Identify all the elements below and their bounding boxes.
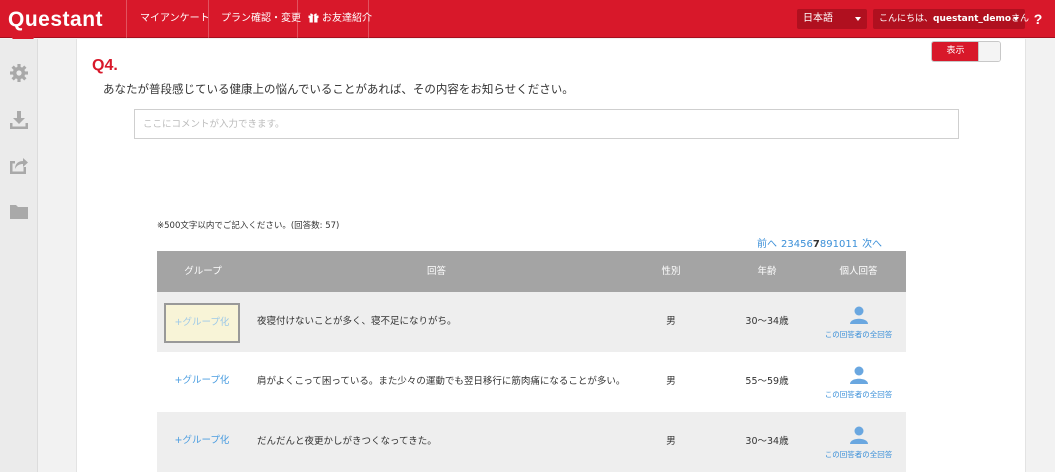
pagination-prev[interactable]: 前へ xyxy=(757,239,777,250)
table-row: +グループ化 だんだんと夜更かしがきつくなってきた。 男 30〜34歳 この回答… xyxy=(157,412,906,472)
gender-value: 男 xyxy=(666,376,676,387)
top-bar: Questant マイアンケート プラン確認・変更 お友達紹介 日本語 こんにち… xyxy=(0,0,1055,44)
answer-count-note: ※500文字以内でご記入ください。(回答数: 57) xyxy=(157,221,340,231)
nav-invite-friends[interactable]: お友達紹介 xyxy=(308,0,372,38)
nav-plan[interactable]: プラン確認・変更 xyxy=(221,0,301,38)
toggle-on-label: 表示 xyxy=(932,42,979,61)
logo-text: Questant xyxy=(8,8,104,31)
help-button[interactable]: ? xyxy=(1031,0,1045,38)
header-group: グループ xyxy=(184,266,222,277)
username: questant_demo xyxy=(933,14,1012,24)
display-toggle[interactable]: 表示 xyxy=(931,41,1001,62)
answer-text: 肩がよくこって困っている。また少々の運動でも翌日移行に筋肉痛になることが多い。 xyxy=(257,376,626,387)
view-all-answers-link[interactable]: この回答者の全回答 xyxy=(817,352,900,412)
nav-my-survey[interactable]: マイアンケート xyxy=(140,0,210,38)
pagination: 前へ 234567891011 次へ xyxy=(757,235,882,250)
nav-invite-label: お友達紹介 xyxy=(322,13,372,24)
header-answer: 回答 xyxy=(426,266,446,277)
greeting-prefix: こんにちは、 xyxy=(879,14,934,24)
view-all-answers-link[interactable]: この回答者の全回答 xyxy=(817,292,900,352)
question-number: Q4. xyxy=(92,57,118,74)
person-icon xyxy=(850,366,868,384)
chevron-down-icon xyxy=(855,17,861,21)
answer-text: 夜寝付けないことが多く、寝不足になりがち。 xyxy=(257,316,457,327)
folder-icon[interactable] xyxy=(9,201,29,221)
age-value: 30〜34歳 xyxy=(745,436,789,447)
view-all-answers-label: この回答者の全回答 xyxy=(824,330,893,339)
export-icon[interactable] xyxy=(9,155,29,175)
person-icon xyxy=(850,426,868,444)
question-text: あなたが普段感じている健康上の悩んでいることがあれば、その内容をお知らせください… xyxy=(103,82,574,96)
answer-text: だんだんと夜更かしがきつくなってきた。 xyxy=(257,436,437,447)
age-value: 55〜59歳 xyxy=(745,376,789,387)
user-menu[interactable]: こんにちは、questant_demoさん xyxy=(873,9,1029,29)
nav-divider xyxy=(368,0,369,38)
download-icon[interactable] xyxy=(9,110,29,130)
comment-input[interactable] xyxy=(134,109,959,139)
age-value: 30〜34歳 xyxy=(745,316,789,327)
table-header: グループ 回答 性別 年齢 個人回答 xyxy=(157,251,906,292)
table-row: +グループ化 夜寝付けないことが多く、寝不足になりがち。 男 30〜34歳 この… xyxy=(157,292,906,352)
view-all-answers-label: この回答者の全回答 xyxy=(824,390,893,399)
person-icon xyxy=(850,306,868,324)
page-current: 7 xyxy=(812,239,820,250)
toggle-knob xyxy=(978,42,1000,61)
gear-icon[interactable] xyxy=(9,63,29,83)
pagination-next[interactable]: 次へ xyxy=(862,239,882,250)
view-all-answers-link[interactable]: この回答者の全回答 xyxy=(817,412,900,472)
group-button[interactable]: +グループ化 xyxy=(164,423,240,463)
table-row: +グループ化 肩がよくこって困っている。また少々の運動でも翌日移行に筋肉痛になる… xyxy=(157,352,906,412)
group-button[interactable]: +グループ化 xyxy=(164,363,240,403)
header-age: 年齢 xyxy=(757,266,777,277)
sidebar xyxy=(0,39,38,472)
group-button[interactable]: +グループ化 xyxy=(164,303,240,343)
view-all-answers-label: この回答者の全回答 xyxy=(824,450,893,459)
page-link[interactable]: 11 xyxy=(845,239,858,250)
nav-divider xyxy=(126,0,127,38)
header-gender: 性別 xyxy=(661,266,681,277)
nav-divider xyxy=(208,0,209,38)
header-individual: 個人回答 xyxy=(839,266,878,277)
gender-value: 男 xyxy=(666,436,676,447)
page-link[interactable]: 10 xyxy=(833,239,846,250)
chevron-down-icon xyxy=(1013,17,1019,21)
nav-divider xyxy=(297,0,298,38)
gift-icon xyxy=(308,13,319,23)
logo[interactable]: Questant xyxy=(0,0,126,44)
gender-value: 男 xyxy=(666,316,676,327)
language-select[interactable]: 日本語 xyxy=(797,9,867,29)
language-value: 日本語 xyxy=(803,13,833,24)
